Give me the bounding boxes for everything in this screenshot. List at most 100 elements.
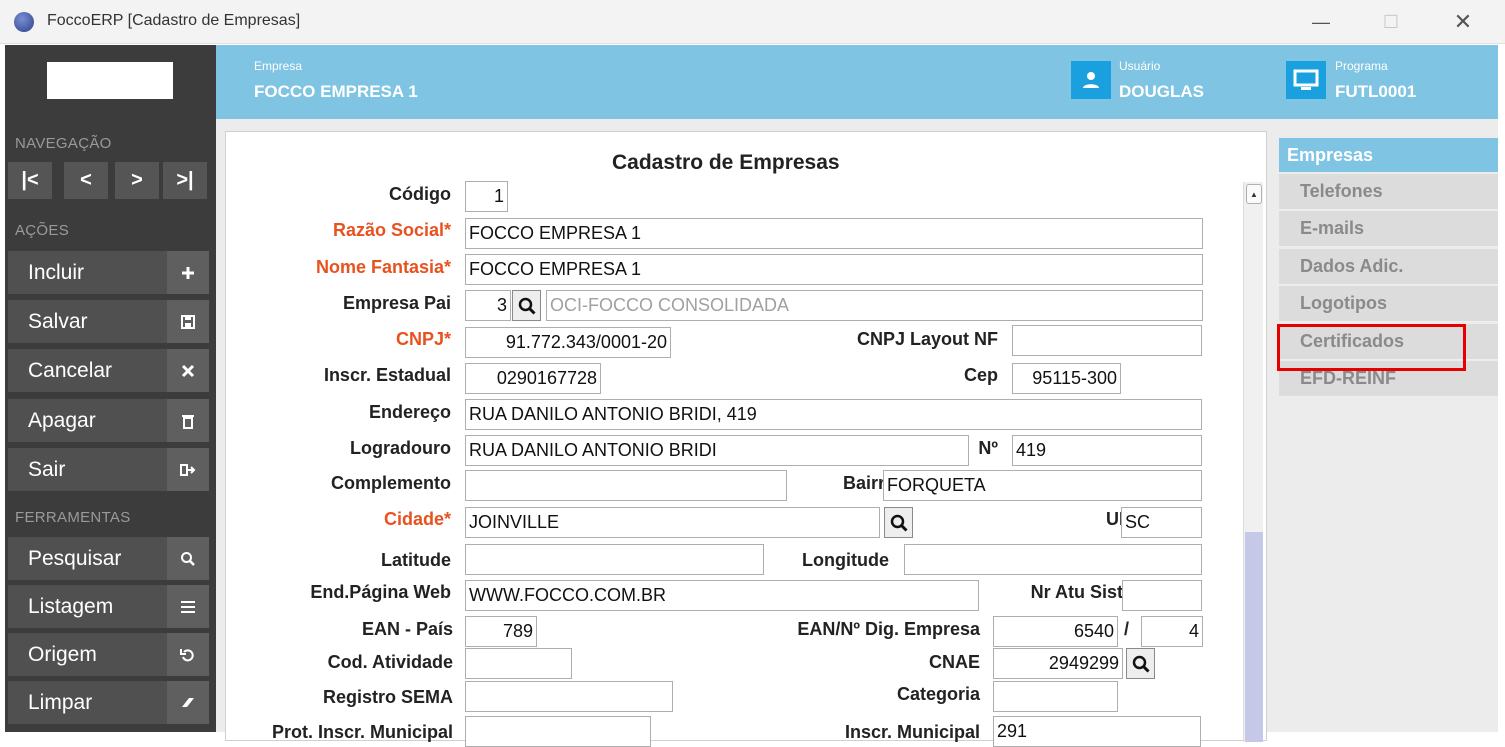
nr-atu-sist-label: Nr Atu Sist (1030, 582, 1123, 602)
company-logo (47, 62, 173, 99)
exit-icon (167, 448, 209, 491)
limpar-button[interactable]: Limpar (8, 681, 209, 724)
inscr-estadual-label: Inscr. Estadual (323, 365, 451, 385)
empresa-pai-label: Empresa Pai (342, 293, 451, 313)
window-titlebar: FoccoERP [Cadastro de Empresas] — ☐ ✕ (0, 0, 1505, 44)
cod-atividade-label: Cod. Atividade (327, 652, 453, 672)
form-scrollbar[interactable]: ▲ (1243, 182, 1263, 742)
form-title: Cadastro de Empresas (612, 151, 840, 174)
nav-first-button[interactable]: |< (8, 162, 52, 199)
cnpj-field[interactable]: 91.772.343/0001-20 (465, 327, 671, 358)
x-icon (167, 349, 209, 392)
inscr-estadual-field[interactable]: 0290167728 (465, 363, 601, 394)
undo-icon (167, 633, 209, 676)
nr-atu-sist-field[interactable] (1122, 580, 1202, 611)
nav-next-button[interactable]: > (115, 162, 159, 199)
pesquisar-button[interactable]: Pesquisar (8, 537, 209, 580)
razao-social-field[interactable]: FOCCO EMPRESA 1 (465, 218, 1203, 249)
codigo-field[interactable]: 1 (465, 181, 508, 212)
nav-prev-button[interactable]: < (64, 162, 108, 199)
ean-pais-label: EAN - País (361, 619, 453, 639)
complemento-label: Complemento (330, 473, 451, 493)
cep-field[interactable]: 95115-300 (1012, 363, 1121, 394)
endereco-field[interactable]: RUA DANILO ANTONIO BRIDI, 419 (465, 399, 1202, 430)
ean-separator: / (1124, 619, 1130, 639)
origem-label: Origem (28, 643, 97, 666)
cancelar-label: Cancelar (28, 359, 113, 382)
sidebar: NAVEGAÇÃO |< < > >| AÇÕES Incluir Salvar… (5, 45, 216, 732)
listagem-button[interactable]: Listagem (8, 585, 209, 628)
monitor-icon (1286, 61, 1326, 99)
razao-social-label: Razão Social* (332, 220, 451, 240)
certificados-highlight-box (1277, 324, 1466, 371)
cancelar-button[interactable]: Cancelar (8, 349, 209, 392)
nav-last-button[interactable]: >| (163, 162, 207, 199)
categoria-field[interactable] (993, 681, 1118, 712)
ean-pais-field[interactable]: 789 (465, 616, 537, 647)
logotipos-tab[interactable]: Logotipos (1279, 286, 1498, 322)
window-title: FoccoERP [Cadastro de Empresas] (47, 12, 301, 29)
logradouro-field[interactable]: RUA DANILO ANTONIO BRIDI (465, 435, 969, 466)
complemento-field[interactable] (465, 470, 787, 501)
apagar-button[interactable]: Apagar (8, 399, 209, 442)
longitude-field[interactable] (904, 544, 1202, 575)
ean-digito-field[interactable]: 4 (1141, 616, 1203, 647)
empresa-value: FOCCO EMPRESA 1 (254, 82, 418, 101)
minimize-button[interactable]: — (1298, 8, 1344, 36)
origem-button[interactable]: Origem (8, 633, 209, 676)
limpar-label: Limpar (28, 691, 93, 714)
cnae-search-button[interactable] (1126, 648, 1155, 679)
registro-sema-label: Registro SEMA (322, 687, 453, 707)
programa-caption: Programa (1335, 59, 1388, 73)
cidade-field[interactable]: JOINVILLE (465, 507, 880, 538)
salvar-button[interactable]: Salvar (8, 300, 209, 343)
scrollbar-thumb[interactable] (1245, 532, 1263, 742)
sair-button[interactable]: Sair (8, 448, 209, 491)
empresa-pai-search-button[interactable] (512, 290, 541, 321)
search-icon (890, 514, 908, 532)
user-icon (1071, 61, 1111, 99)
sair-label: Sair (28, 458, 66, 481)
cod-atividade-field[interactable] (465, 648, 572, 679)
prot-inscr-municipal-label: Prot. Inscr. Municipal (271, 722, 453, 742)
scroll-up-icon[interactable]: ▲ (1246, 184, 1262, 204)
latitude-label: Latitude (381, 550, 451, 570)
cnae-field[interactable]: 2949299 (993, 648, 1123, 679)
empresa-pai-code-field[interactable]: 3 (465, 290, 511, 321)
longitude-label: Longitude (802, 550, 889, 570)
empresa-caption: Empresa (254, 59, 303, 73)
cnae-label: CNAE (928, 652, 980, 672)
pagina-web-field[interactable]: WWW.FOCCO.COM.BR (465, 580, 979, 611)
ean-empresa-label: EAN/Nº Dig. Empresa (797, 619, 980, 639)
search-icon (1132, 655, 1150, 673)
latitude-field[interactable] (465, 544, 764, 575)
uf-field[interactable]: SC (1121, 507, 1202, 538)
cnpj-label: CNPJ* (395, 329, 451, 349)
telefones-tab[interactable]: Telefones (1279, 174, 1498, 210)
emails-tab[interactable]: E-mails (1279, 211, 1498, 247)
empresas-tab-header[interactable]: Empresas (1279, 138, 1498, 172)
pesquisar-label: Pesquisar (28, 547, 122, 570)
eraser-icon (167, 681, 209, 724)
bairro-field[interactable]: FORQUETA (883, 470, 1202, 501)
app-header: Empresa FOCCO EMPRESA 1 Usuário DOUGLAS … (216, 45, 1498, 119)
content-area: Cadastro de Empresas Código 1 Razão Soci… (216, 119, 1498, 747)
cidade-search-button[interactable] (884, 507, 913, 538)
empresa-pai-name-field[interactable]: OCI-FOCCO CONSOLIDADA (546, 290, 1203, 321)
actions-section-label: AÇÕES (15, 222, 70, 239)
registro-sema-field[interactable] (465, 681, 673, 712)
cnpj-layout-nf-label: CNPJ Layout NF (856, 329, 998, 349)
ean-empresa-field[interactable]: 6540 (993, 616, 1118, 647)
app-logo-icon (14, 12, 34, 32)
maximize-button[interactable]: ☐ (1368, 8, 1414, 36)
cnpj-layout-nf-field[interactable] (1012, 325, 1202, 356)
nome-fantasia-field[interactable]: FOCCO EMPRESA 1 (465, 254, 1203, 285)
cep-label: Cep (963, 365, 998, 385)
nav-section-label: NAVEGAÇÃO (15, 135, 112, 152)
categoria-label: Categoria (896, 684, 980, 704)
numero-field[interactable]: 419 (1012, 435, 1202, 466)
incluir-button[interactable]: Incluir (8, 251, 209, 294)
close-button[interactable]: ✕ (1440, 8, 1486, 36)
save-icon (167, 300, 209, 343)
dados-adic-tab[interactable]: Dados Adic. (1279, 249, 1498, 285)
